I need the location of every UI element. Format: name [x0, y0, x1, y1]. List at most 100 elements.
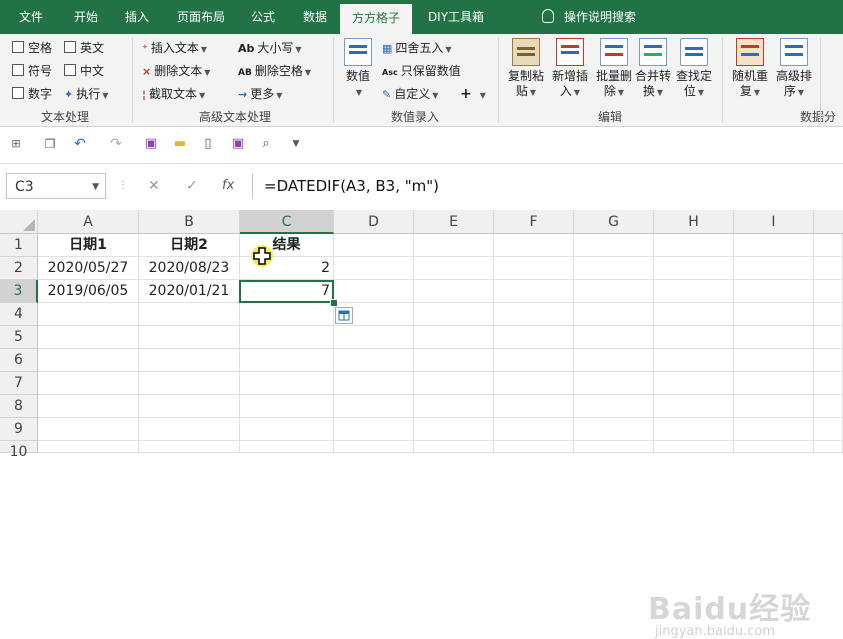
grid-cell[interactable] — [814, 303, 843, 326]
formula-input[interactable]: =DATEDIF(A3, B3, "m") — [252, 173, 843, 199]
grid-cell[interactable] — [574, 303, 654, 326]
grid-cell[interactable] — [734, 234, 814, 257]
batch-delete-button[interactable]: 批量删除 ▼ — [593, 38, 635, 100]
grid-cell[interactable] — [414, 441, 494, 453]
grid-cell[interactable] — [334, 441, 414, 453]
advanced-sort-button[interactable]: 高级排序 ▼ — [773, 38, 815, 100]
column-header-i[interactable]: I — [734, 210, 814, 234]
grid-cell[interactable] — [574, 372, 654, 395]
grid-cell[interactable] — [734, 418, 814, 441]
grid-cell[interactable] — [139, 326, 240, 349]
grid-cell[interactable] — [814, 395, 843, 418]
more-button[interactable]: → 更多 ▼ — [238, 84, 282, 104]
grid-cell[interactable] — [139, 372, 240, 395]
grid-cell[interactable] — [574, 418, 654, 441]
grid-cell[interactable] — [494, 418, 574, 441]
grid-cell[interactable] — [734, 303, 814, 326]
grid-cell[interactable] — [414, 280, 494, 303]
cell-b1[interactable]: 日期2 — [139, 234, 240, 257]
delete-space-button[interactable]: AB 删除空格 ▼ — [238, 61, 311, 81]
grid-cell[interactable] — [334, 418, 414, 441]
tab-file[interactable]: 文件 — [6, 0, 56, 34]
row-header-9[interactable]: 9 — [0, 418, 38, 441]
grid-cell[interactable] — [494, 326, 574, 349]
cell-a2[interactable]: 2020/05/27 — [38, 257, 139, 280]
grid-cell[interactable] — [574, 395, 654, 418]
grid-cell[interactable] — [334, 395, 414, 418]
grid-cell[interactable] — [38, 395, 139, 418]
round-button[interactable]: ▦ 四舍五入 ▼ — [382, 38, 452, 58]
keep-values-button[interactable]: Asc 只保留数值 — [382, 61, 461, 81]
grid-cell[interactable] — [734, 326, 814, 349]
column-header-e[interactable]: E — [414, 210, 494, 234]
copy-format-icon[interactable]: ❐ — [42, 136, 58, 152]
print-preview-icon[interactable]: ⌕ — [258, 136, 274, 152]
cell-a3[interactable]: 2019/06/05 — [38, 280, 139, 303]
grid-cell[interactable] — [654, 372, 734, 395]
grid-cell[interactable] — [414, 395, 494, 418]
grid-cell[interactable] — [38, 349, 139, 372]
grid-cell[interactable] — [734, 372, 814, 395]
redo-icon[interactable]: ↷ — [108, 136, 124, 152]
insert-new-button[interactable]: 新增插入 ▼ — [549, 38, 591, 100]
grid-cell[interactable] — [494, 303, 574, 326]
grid-cell[interactable] — [240, 441, 334, 453]
grid-cell[interactable] — [494, 257, 574, 280]
grid-cell[interactable] — [734, 395, 814, 418]
grid-cell[interactable] — [654, 234, 734, 257]
grid-cell[interactable] — [574, 234, 654, 257]
cancel-icon[interactable]: ✕ — [148, 178, 160, 194]
grid-cell[interactable] — [139, 349, 240, 372]
grid-cell[interactable] — [814, 234, 843, 257]
grid-cell[interactable] — [734, 349, 814, 372]
open-folder-icon[interactable]: ▬ — [172, 136, 188, 152]
grid-cell[interactable] — [38, 372, 139, 395]
cell-b3[interactable]: 2020/01/21 — [139, 280, 240, 303]
checkbox-chinese[interactable]: 中文 — [64, 61, 104, 81]
grid-cell[interactable] — [814, 257, 843, 280]
save-icon[interactable]: ▣ — [143, 136, 159, 152]
extract-text-button[interactable]: ¦ 截取文本 ▼ — [142, 84, 205, 104]
grid-cell[interactable] — [494, 234, 574, 257]
column-header-b[interactable]: B — [139, 210, 240, 234]
insert-function-icon[interactable]: fx — [222, 178, 234, 194]
grid-cell[interactable] — [814, 280, 843, 303]
grid-cell[interactable] — [334, 372, 414, 395]
execute-button[interactable]: ✦ 执行 ▼ — [64, 84, 108, 104]
tab-diy-toolbox[interactable]: DIY工具箱 — [416, 0, 496, 34]
grid-cell[interactable] — [38, 441, 139, 453]
add-button[interactable]: + ▼ — [460, 84, 486, 104]
grid-cell[interactable] — [654, 441, 734, 453]
grid-cell[interactable] — [240, 326, 334, 349]
checkbox-english[interactable]: 英文 — [64, 38, 104, 58]
grid-cell[interactable] — [334, 234, 414, 257]
customize-qat-icon[interactable]: ▼ — [288, 136, 304, 152]
tab-fangfang-gezi[interactable]: 方方格子 — [340, 4, 412, 34]
fill-handle[interactable] — [330, 299, 338, 307]
new-file-icon[interactable]: ▯ — [200, 136, 216, 152]
grid-cell[interactable] — [574, 326, 654, 349]
tell-me-search[interactable]: 操作说明搜索 — [542, 0, 636, 34]
cell-b2[interactable]: 2020/08/23 — [139, 257, 240, 280]
grid-cell[interactable] — [334, 326, 414, 349]
cell-a1[interactable]: 日期1 — [38, 234, 139, 257]
random-repeat-button[interactable]: 随机重复 ▼ — [729, 38, 771, 100]
grid-cell[interactable] — [494, 280, 574, 303]
grid-cell[interactable] — [139, 303, 240, 326]
grid-cell[interactable] — [494, 372, 574, 395]
grid-cell[interactable] — [38, 303, 139, 326]
grid-cell[interactable] — [654, 303, 734, 326]
quick-analysis-button[interactable] — [335, 307, 353, 324]
number-button[interactable]: 数值 ▼ — [340, 38, 376, 100]
grid-cell[interactable] — [414, 418, 494, 441]
grid-cell[interactable] — [734, 441, 814, 453]
column-header-h[interactable]: H — [654, 210, 734, 234]
grid-cell[interactable] — [240, 372, 334, 395]
grid-cell[interactable] — [734, 257, 814, 280]
row-header-8[interactable]: 8 — [0, 395, 38, 418]
enter-check-icon[interactable]: ✓ — [186, 178, 198, 194]
row-header-5[interactable]: 5 — [0, 326, 38, 349]
grid-cell[interactable] — [240, 395, 334, 418]
grid-cell[interactable] — [414, 257, 494, 280]
column-header-g[interactable]: G — [574, 210, 654, 234]
